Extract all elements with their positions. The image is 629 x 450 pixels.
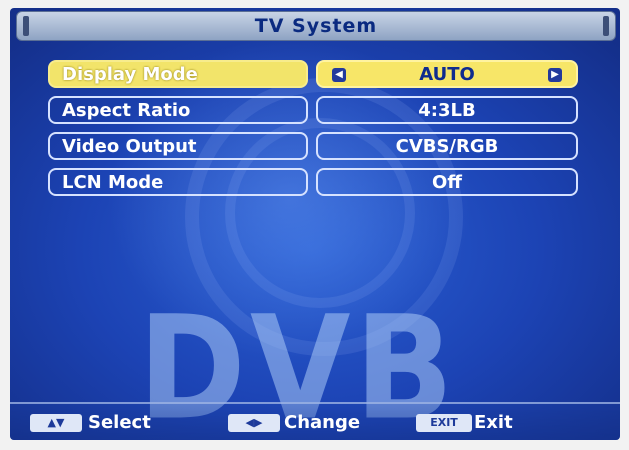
- tv-screen: DVB TV System Display Mode ◀ AUTO ▶ Aspe…: [10, 8, 620, 440]
- hint-change-label: Change: [284, 412, 361, 433]
- hint-exit: EXIT Exit: [416, 412, 556, 434]
- left-right-arrows-icon: ◀▶: [228, 414, 280, 432]
- up-down-arrows-icon: ▲▼: [30, 414, 82, 432]
- exit-key-icon: EXIT: [416, 414, 472, 432]
- menu-label-video-output: Video Output: [48, 132, 308, 160]
- menu-label-aspect-ratio: Aspect Ratio: [48, 96, 308, 124]
- menu-row-display-mode[interactable]: Display Mode ◀ AUTO ▶: [48, 60, 578, 90]
- menu-row-lcn-mode[interactable]: LCN Mode Off: [48, 168, 578, 198]
- hint-select-label: Select: [88, 412, 151, 433]
- menu-label-lcn-mode: LCN Mode: [48, 168, 308, 196]
- footer-hint-bar: ▲▼ Select ◀▶ Change EXIT Exit: [10, 402, 620, 440]
- arrow-right-icon[interactable]: ▶: [548, 68, 562, 82]
- menu-value-lcn-mode[interactable]: Off: [316, 168, 578, 196]
- menu-row-video-output[interactable]: Video Output CVBS/RGB: [48, 132, 578, 162]
- page-title: TV System: [254, 15, 378, 37]
- title-bar: TV System: [16, 11, 616, 41]
- menu-row-aspect-ratio[interactable]: Aspect Ratio 4:3LB: [48, 96, 578, 126]
- menu-value-video-output[interactable]: CVBS/RGB: [316, 132, 578, 160]
- hint-exit-label: Exit: [474, 412, 513, 433]
- menu-value-aspect-ratio[interactable]: 4:3LB: [316, 96, 578, 124]
- menu-value-display-mode[interactable]: ◀ AUTO ▶: [316, 60, 578, 88]
- menu-label-display-mode: Display Mode: [48, 60, 308, 88]
- arrow-left-icon[interactable]: ◀: [332, 68, 346, 82]
- display-mode-value: AUTO: [419, 64, 475, 85]
- hint-change: ◀▶ Change: [228, 412, 388, 434]
- hint-select: ▲▼ Select: [30, 412, 170, 434]
